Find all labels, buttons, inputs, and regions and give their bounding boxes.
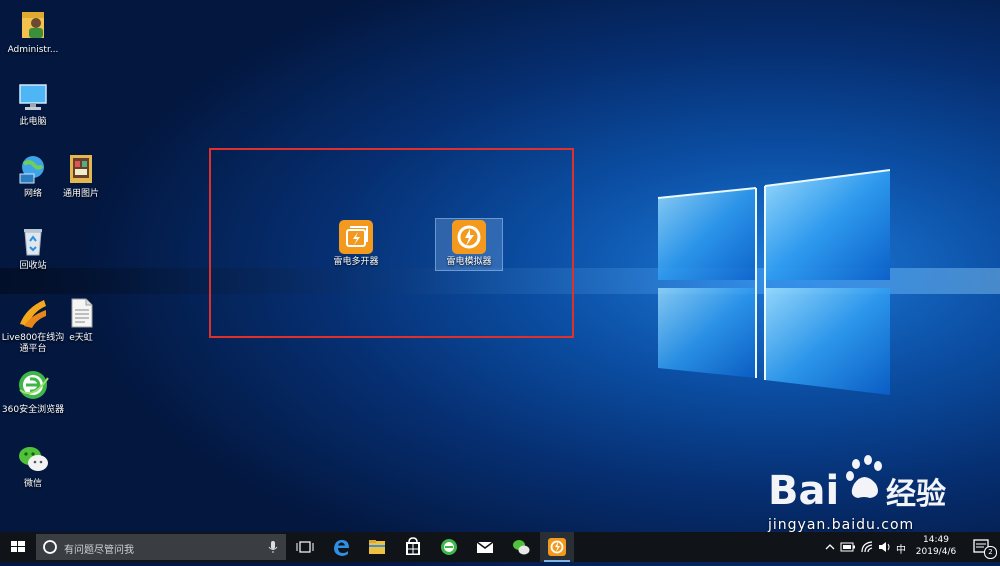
taskbar-app-360-browser[interactable]: [432, 532, 466, 562]
taskbar-search-box[interactable]: 有问题尽管问我: [36, 534, 286, 560]
desktop-icon-wechat[interactable]: 微信: [0, 442, 66, 490]
desktop-icon-label: e天虹: [69, 333, 93, 343]
windows-start-icon: [11, 541, 25, 552]
watermark-url: jingyan.baidu.com: [768, 517, 915, 532]
chevron-up-icon[interactable]: [824, 541, 836, 553]
taskbar-app-ld-player[interactable]: [540, 532, 574, 562]
system-tray: 中: [820, 532, 908, 562]
taskbar-app-edge[interactable]: [324, 532, 358, 562]
edge-icon: [334, 540, 349, 556]
desktop-icon-label: 通用图片: [62, 189, 99, 199]
mail-envelope-icon: [476, 541, 494, 553]
task-view-button[interactable]: [288, 532, 322, 562]
network-globe-icon: [16, 152, 50, 186]
wechat-icon: [513, 540, 530, 555]
ld-player-icon: [548, 538, 566, 556]
taskbar-clock[interactable]: 14:49 2019/4/6: [908, 534, 964, 558]
desktop-icon-label: 此电脑: [19, 117, 47, 127]
wifi-icon[interactable]: [860, 540, 874, 554]
taskbar-app-wechat[interactable]: [504, 532, 538, 562]
desktop: Administr... 此电脑 网络 通用图片 回收站 Live800在线沟通…: [0, 0, 1000, 532]
wechat-icon: [16, 442, 50, 476]
svg-text:Bai: Bai: [768, 468, 839, 514]
cortana-circle-icon: [43, 540, 57, 554]
ld-multi-instance-icon: [339, 220, 373, 254]
image-folder-icon: [64, 152, 98, 186]
volume-icon[interactable]: [878, 541, 892, 553]
start-button[interactable]: [0, 532, 36, 562]
clock-date: 2019/4/6: [915, 547, 957, 557]
desktop-icon-general-images[interactable]: 通用图片: [48, 152, 114, 200]
task-view-icon: [296, 541, 314, 553]
live800-icon: [16, 296, 50, 330]
action-center-button[interactable]: 2: [964, 532, 1000, 562]
folder-icon: [369, 540, 385, 554]
search-placeholder: 有问题尽管问我: [64, 545, 134, 556]
battery-icon[interactable]: [840, 542, 856, 552]
document-file-icon: [64, 296, 98, 330]
desktop-icon-ld-multi-instance[interactable]: 雷电多开器: [323, 220, 389, 268]
computer-icon: [16, 80, 50, 114]
highlight-box: [209, 148, 574, 338]
ld-player-icon: [452, 220, 486, 254]
desktop-icon-administrator[interactable]: Administr...: [0, 8, 66, 56]
microphone-icon[interactable]: [268, 540, 278, 554]
clock-time: 14:49: [923, 535, 949, 545]
desktop-icon-label: 雷电多开器: [333, 257, 379, 267]
taskbar-app-file-explorer[interactable]: [360, 532, 394, 562]
ime-indicator[interactable]: 中: [896, 541, 906, 556]
desktop-icon-360-browser[interactable]: 360安全浏览器: [0, 368, 66, 416]
360-browser-icon: [441, 539, 457, 555]
desktop-icon-etianhong[interactable]: e天虹: [48, 296, 114, 344]
desktop-icon-label: 360安全浏览器: [1, 405, 65, 415]
desktop-icon-recycle-bin[interactable]: 回收站: [0, 224, 66, 272]
desktop-icon-label: 回收站: [19, 261, 47, 271]
desktop-icon-label: 微信: [23, 479, 42, 489]
windows-logo-graphic: [657, 169, 891, 395]
notification-badge: 2: [984, 546, 997, 559]
taskbar-app-mail[interactable]: [468, 532, 502, 562]
recycle-bin-icon: [16, 224, 50, 258]
desktop-icon-label: Administr...: [7, 45, 59, 55]
desktop-icon-this-pc[interactable]: 此电脑: [0, 80, 66, 128]
taskbar-app-store[interactable]: [396, 532, 430, 562]
360-browser-icon: [16, 368, 50, 402]
user-folder-icon: [16, 8, 50, 42]
svg-text:经验: 经验: [886, 477, 946, 512]
desktop-icon-label: 雷电模拟器: [446, 257, 492, 267]
desktop-icon-label: 网络: [23, 189, 42, 199]
taskbar: 有问题尽管问我 中 14:49 2019/4/6 2: [0, 532, 1000, 562]
store-bag-icon: [406, 537, 420, 555]
desktop-icon-ld-player[interactable]: 雷电模拟器: [435, 218, 503, 271]
